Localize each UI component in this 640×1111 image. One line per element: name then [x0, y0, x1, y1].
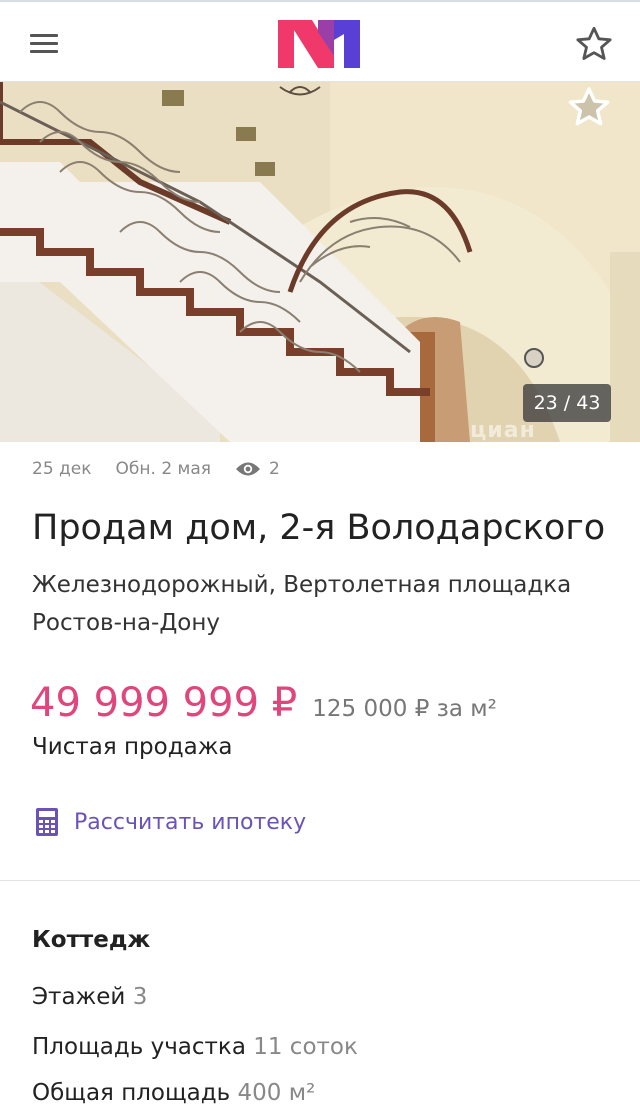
- calculator-icon: [36, 808, 58, 836]
- hamburger-icon[interactable]: [30, 34, 62, 58]
- mortgage-link-label: Рассчитать ипотеку: [74, 809, 307, 835]
- gallery-favorite-star-icon[interactable]: [566, 84, 612, 130]
- sale-type: Чистая продажа: [32, 734, 233, 760]
- favorite-star-icon[interactable]: [574, 24, 614, 64]
- published-date: 25 дек: [32, 459, 92, 479]
- mortgage-calculator-link[interactable]: Рассчитать ипотеку: [36, 806, 306, 838]
- spec-row: Общая площадь 400 м²: [32, 1080, 315, 1106]
- spec-label: Площадь участка: [32, 1034, 246, 1060]
- updated-date: Обн. 2 мая: [115, 459, 212, 479]
- top-header: [0, 0, 640, 82]
- price-block: 49 999 999 ₽ 125 000 ₽ за м²: [30, 680, 497, 726]
- eye-icon: [235, 460, 261, 478]
- spec-row: Этажей 3: [32, 984, 147, 1010]
- price-per-m2: 125 000 ₽ за м²: [312, 696, 497, 722]
- views-count: 2: [269, 459, 280, 479]
- photo-counter: 23 / 43: [523, 384, 611, 422]
- listing-address: Железнодорожный, Вертолетная площадка Ро…: [32, 566, 571, 642]
- spec-value: 400 м²: [237, 1080, 316, 1106]
- spec-label: Этажей: [32, 984, 126, 1010]
- price: 49 999 999 ₽: [30, 680, 298, 726]
- listing-title: Продам дом, 2-я Володарского: [32, 508, 606, 548]
- spec-value: 3: [132, 984, 148, 1010]
- photo-gallery[interactable]: 23 / 43 циан: [0, 82, 640, 442]
- district: Железнодорожный, Вертолетная площадка: [32, 572, 572, 598]
- property-type-heading: Коттедж: [32, 927, 151, 953]
- spec-label: Общая площадь: [32, 1080, 231, 1106]
- spec-row: Площадь участка 11 соток: [32, 1034, 358, 1060]
- spec-value: 11 соток: [253, 1034, 358, 1060]
- logo[interactable]: [278, 16, 362, 72]
- photo-watermark: циан: [470, 418, 536, 442]
- listing-meta: 25 дек Обн. 2 мая 2: [32, 456, 280, 482]
- city: Ростов-на-Дону: [32, 610, 221, 636]
- section-divider: [0, 880, 640, 881]
